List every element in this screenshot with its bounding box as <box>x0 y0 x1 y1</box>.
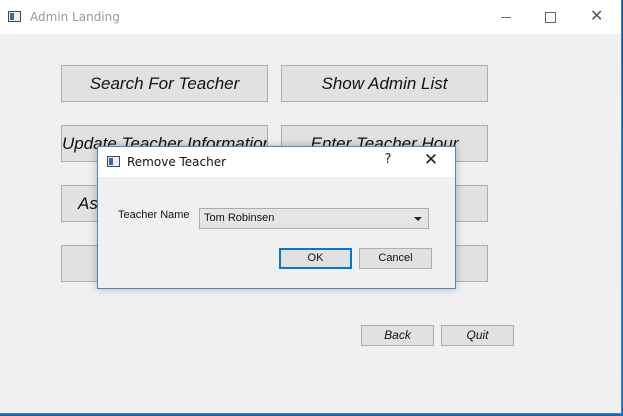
quit-button[interactable]: Quit <box>441 325 514 346</box>
search-for-teacher-button[interactable]: Search For Teacher <box>61 65 268 102</box>
teacher-name-value: Tom Robinsen <box>204 212 275 224</box>
main-titlebar[interactable]: Admin Landing ✕ <box>0 0 621 34</box>
show-admin-list-button[interactable]: Show Admin List <box>281 65 488 102</box>
back-button[interactable]: Back <box>361 325 434 346</box>
help-button[interactable]: ? <box>378 152 398 167</box>
chevron-down-icon <box>414 217 422 221</box>
teacher-name-label: Teacher Name <box>118 209 190 221</box>
window-title: Admin Landing <box>30 10 120 24</box>
maximize-icon <box>545 12 556 23</box>
remove-teacher-dialog: Remove Teacher ? ✕ Teacher Name Tom Robi… <box>97 146 456 289</box>
dialog-titlebar[interactable]: Remove Teacher ? ✕ <box>98 147 455 177</box>
close-button[interactable]: ✕ <box>573 0 619 34</box>
minimize-button[interactable] <box>483 0 529 34</box>
app-window-icon <box>8 11 21 22</box>
dialog-close-button[interactable]: ✕ <box>420 150 442 170</box>
close-icon: ✕ <box>590 6 604 25</box>
minimize-icon <box>501 17 511 18</box>
teacher-name-combobox[interactable]: Tom Robinsen <box>199 208 429 229</box>
app-window-icon <box>107 156 120 167</box>
dialog-title: Remove Teacher <box>127 155 227 169</box>
ok-button[interactable]: OK <box>279 248 352 269</box>
maximize-button[interactable] <box>527 0 573 34</box>
cancel-button[interactable]: Cancel <box>359 248 432 269</box>
